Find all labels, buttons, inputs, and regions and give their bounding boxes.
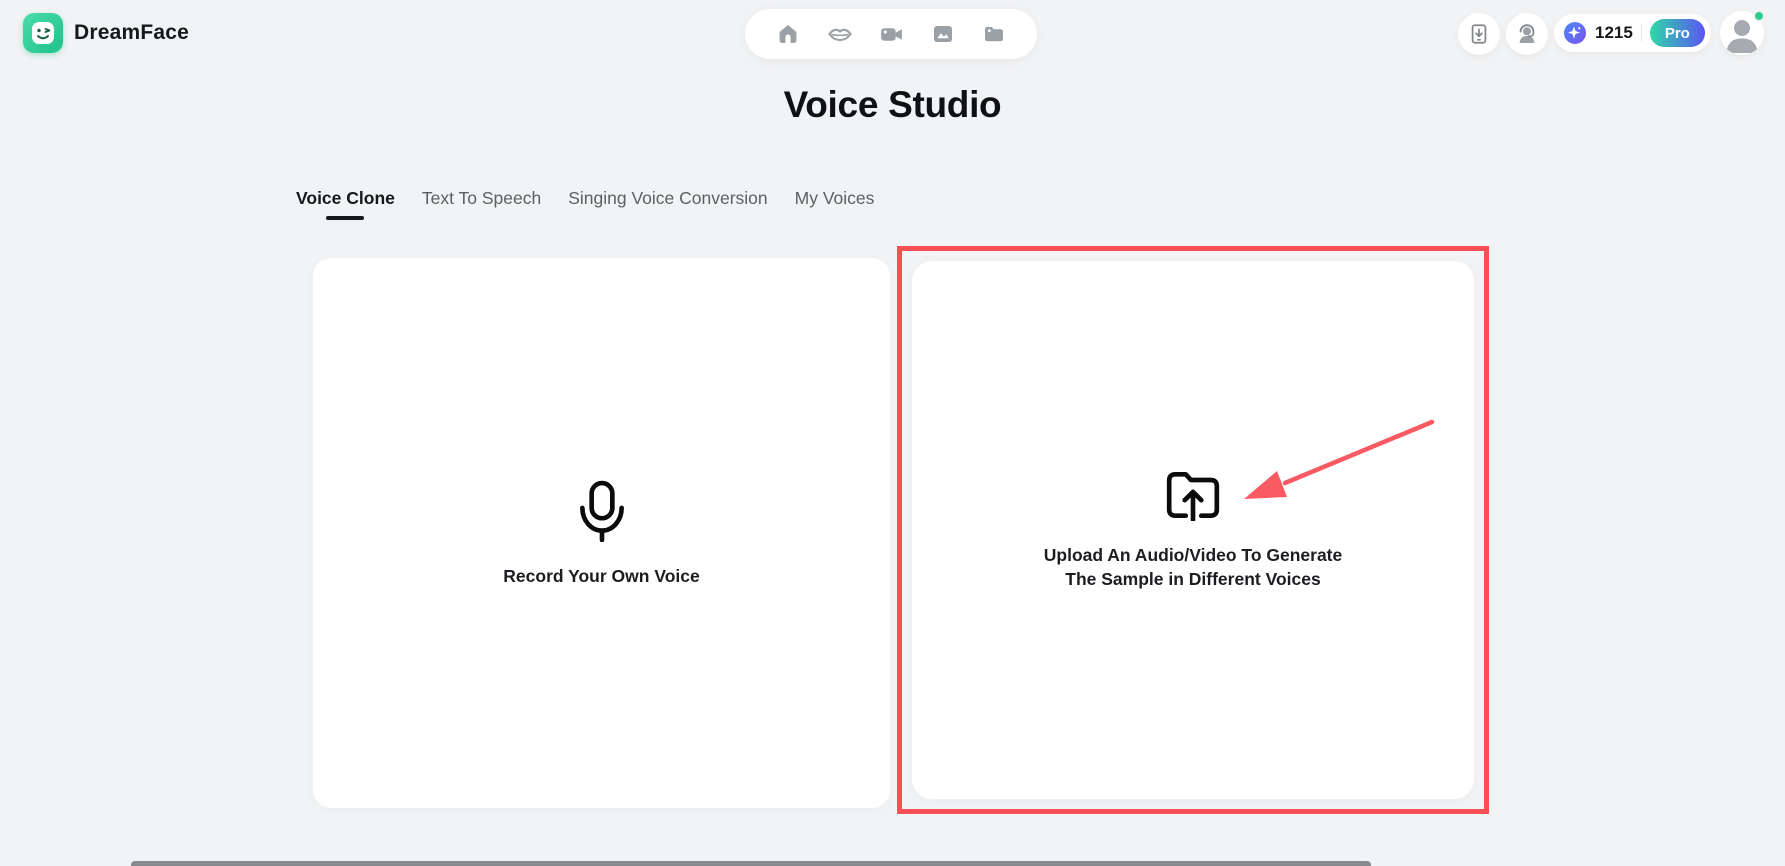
profile-avatar[interactable] — [1720, 10, 1765, 55]
upload-card-label: Upload An Audio/Video To Generate The Sa… — [1044, 543, 1343, 591]
upload-audio-video-card[interactable]: Upload An Audio/Video To Generate The Sa… — [912, 261, 1474, 799]
page-title: Voice Studio — [783, 84, 1002, 125]
online-status-dot — [1753, 10, 1765, 22]
brand-name: DreamFace — [74, 21, 190, 44]
tab-bar: Voice Clone Text To Speech Singing Voice… — [296, 188, 874, 211]
next-section-edge — [131, 861, 1371, 866]
pro-badge-label: Pro — [1664, 24, 1690, 42]
main-nav — [745, 9, 1037, 59]
upload-card-label-line2: The Sample in Different Voices — [1065, 569, 1321, 589]
dreamface-logo-icon — [23, 13, 63, 53]
record-voice-card[interactable]: Record Your Own Voice — [313, 258, 890, 808]
tab-singing-voice-conversion[interactable]: Singing Voice Conversion — [568, 188, 767, 211]
support-button[interactable] — [1506, 13, 1548, 55]
support-agent-icon — [1519, 24, 1535, 43]
highlight-box: Upload An Audio/Video To Generate The Sa… — [897, 246, 1489, 814]
microphone-icon — [579, 480, 624, 542]
divider — [1640, 24, 1642, 42]
app-download-icon — [1471, 24, 1487, 44]
folder-upload-icon — [1166, 471, 1220, 521]
record-card-label: Record Your Own Voice — [503, 565, 700, 586]
app-download-button[interactable] — [1458, 13, 1500, 55]
home-icon[interactable] — [775, 21, 801, 47]
pro-badge[interactable]: Pro — [1649, 19, 1705, 47]
brand[interactable]: DreamFace — [23, 13, 189, 53]
upload-card-label-line1: Upload An Audio/Video To Generate — [1043, 545, 1343, 565]
image-icon[interactable] — [930, 21, 956, 47]
sparkle-icon — [1564, 22, 1586, 44]
credits-count: 1215 — [1595, 23, 1633, 42]
tab-voice-clone[interactable]: Voice Clone — [296, 188, 395, 211]
header: DreamFace 1215 Pro — [0, 0, 1785, 68]
lips-icon[interactable] — [827, 21, 853, 47]
folder-icon[interactable] — [981, 21, 1007, 47]
credits-badge[interactable]: 1215 Pro — [1554, 14, 1711, 52]
tab-text-to-speech[interactable]: Text To Speech — [422, 188, 541, 211]
video-camera-icon[interactable] — [878, 21, 904, 47]
tab-my-voices[interactable]: My Voices — [795, 188, 875, 211]
